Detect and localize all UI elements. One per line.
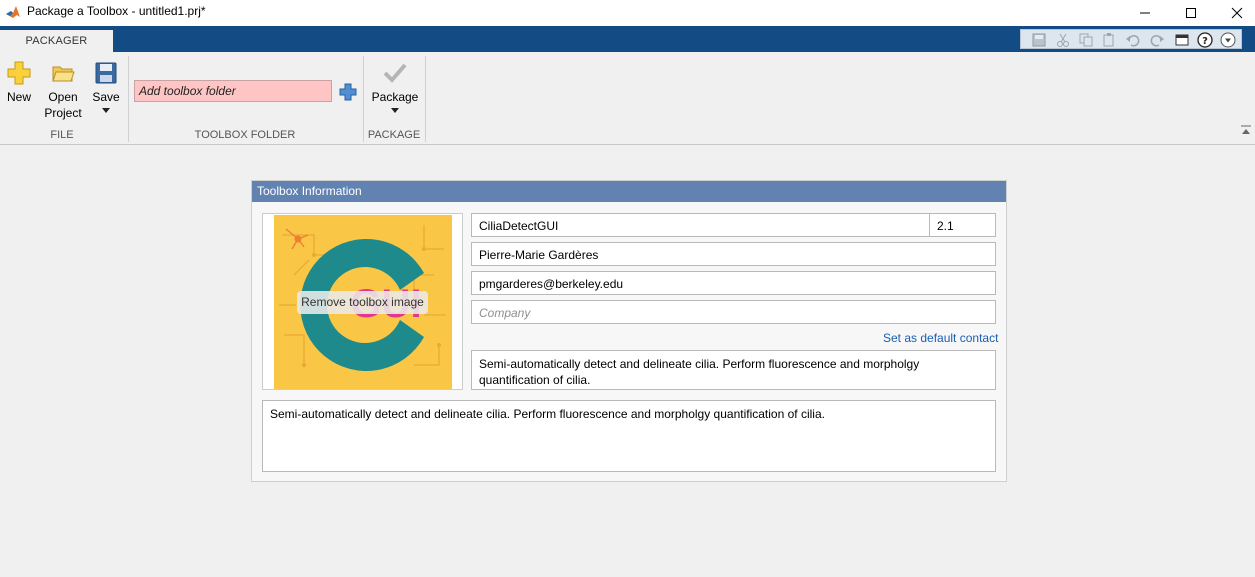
save-button[interactable]: Save: [90, 60, 122, 115]
tab-packager[interactable]: PACKAGER: [0, 30, 113, 52]
minimize-icon: [1140, 12, 1150, 14]
company-field[interactable]: Company: [471, 300, 996, 324]
quick-access-toolbar: ?: [1020, 29, 1242, 49]
paste-icon[interactable]: [1101, 32, 1117, 48]
help-icon[interactable]: ?: [1197, 32, 1213, 48]
folder-open-icon: [52, 66, 75, 82]
chevron-down-icon: [391, 108, 399, 113]
close-icon: [1231, 7, 1243, 19]
version-value: 2.1: [937, 219, 954, 233]
minimize-button[interactable]: [1122, 0, 1168, 26]
toolbox-name-value: CiliaDetectGUI: [479, 219, 559, 233]
new-label: New: [6, 90, 31, 104]
checkmark-icon: [383, 63, 407, 83]
plus-icon: [7, 61, 31, 85]
ribbon-separator: [363, 56, 364, 142]
undo-icon[interactable]: [1125, 32, 1141, 48]
title-bar: Package a Toolbox - untitled1.prj*: [0, 0, 1255, 26]
window-layout-icon[interactable]: [1174, 32, 1190, 48]
description-value: Semi-automatically detect and delineate …: [270, 407, 825, 421]
toolbox-information-panel: Toolbox Information GUI Remove toolbox i…: [251, 180, 1007, 482]
toolbox-folder-group-label: TOOLBOX FOLDER: [194, 129, 296, 141]
description-field[interactable]: Semi-automatically detect and delineate …: [262, 400, 996, 472]
ribbon-separator: [425, 56, 426, 142]
open-project-button[interactable]: Open Project: [40, 60, 86, 121]
package-button[interactable]: Package: [368, 60, 422, 115]
open-label-line2: Project: [44, 106, 82, 120]
panel-header: Toolbox Information: [252, 181, 1006, 202]
add-folder-icon[interactable]: [338, 82, 358, 102]
ribbon: New Open Project Save FILE Add toolbox f…: [0, 52, 1255, 145]
dropdown-icon[interactable]: [1220, 32, 1236, 48]
save-icon[interactable]: [1031, 32, 1047, 48]
open-label-line1: Open: [48, 90, 78, 104]
collapse-ribbon-icon[interactable]: [1240, 124, 1252, 138]
maximize-button[interactable]: [1168, 0, 1214, 26]
svg-text:?: ?: [1202, 36, 1208, 47]
matlab-icon: [6, 6, 20, 18]
author-name-value: Pierre-Marie Gardères: [479, 248, 599, 262]
company-placeholder: Company: [479, 306, 531, 320]
set-default-contact-link[interactable]: Set as default contact: [883, 331, 998, 345]
toolbox-folder-input[interactable]: Add toolbox folder: [134, 80, 332, 102]
email-value: pmgarderes@berkeley.edu: [479, 277, 624, 291]
summary-field[interactable]: Semi-automatically detect and delineate …: [471, 350, 996, 390]
email-field[interactable]: pmgarderes@berkeley.edu: [471, 271, 996, 295]
copy-icon[interactable]: [1078, 32, 1094, 48]
close-button[interactable]: [1214, 0, 1255, 26]
maximize-icon: [1186, 8, 1196, 18]
redo-icon[interactable]: [1149, 32, 1165, 48]
new-button[interactable]: New: [4, 60, 34, 105]
toolbox-folder-placeholder: Add toolbox folder: [139, 84, 236, 98]
package-group-label: PACKAGE: [367, 129, 421, 141]
author-name-field[interactable]: Pierre-Marie Gardères: [471, 242, 996, 266]
remove-toolbox-image-button[interactable]: Remove toolbox image: [297, 291, 428, 314]
window-title: Package a Toolbox - untitled1.prj*: [27, 4, 206, 18]
toolbox-image[interactable]: GUI Remove toolbox image: [262, 213, 463, 390]
chevron-down-icon: [102, 108, 110, 113]
package-label: Package: [371, 90, 419, 104]
summary-value: Semi-automatically detect and delineate …: [479, 357, 920, 387]
floppy-disk-icon: [95, 62, 117, 84]
ribbon-separator: [128, 56, 129, 142]
version-field[interactable]: 2.1: [929, 213, 996, 237]
toolbox-name-field[interactable]: CiliaDetectGUI: [471, 213, 930, 237]
cut-icon[interactable]: [1055, 32, 1071, 48]
save-label: Save: [92, 90, 120, 104]
file-group-label: FILE: [50, 129, 74, 141]
